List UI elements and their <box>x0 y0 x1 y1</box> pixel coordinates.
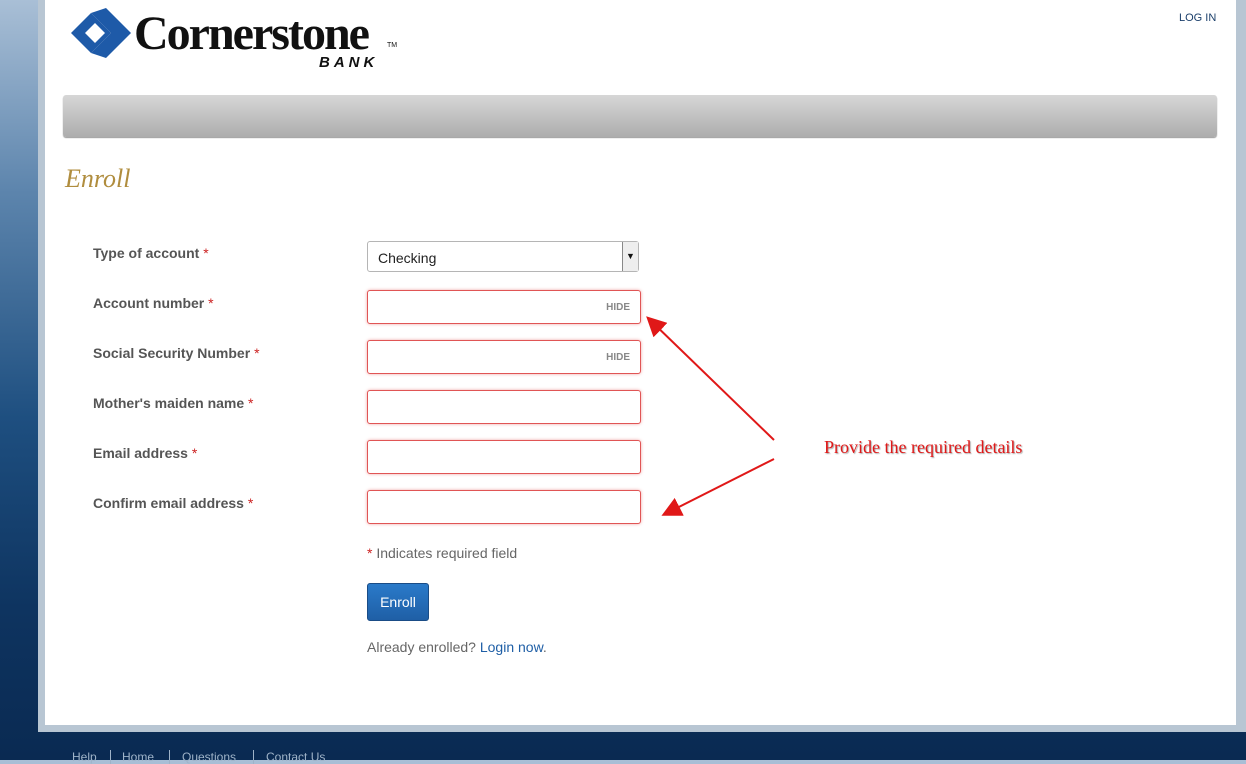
type-of-account-label: Type of account * <box>93 245 209 261</box>
maiden-name-label: Mother's maiden name * <box>93 395 254 411</box>
ssn-label: Social Security Number * <box>93 345 260 361</box>
required-note: * Indicates required field <box>367 545 518 561</box>
page-title: Enroll <box>65 164 131 193</box>
bank-logo[interactable]: Cornerstone TM BANK <box>71 7 401 71</box>
account-number-hide-toggle[interactable]: HIDE <box>606 302 630 313</box>
logo-subtitle: BANK <box>319 54 379 71</box>
arrow-to-confirm-email <box>661 458 775 516</box>
footer-link-help[interactable]: Help <box>72 750 97 764</box>
footer: Help Home Questions Contact Us <box>40 736 1246 764</box>
account-type-select[interactable]: Checking ▼ <box>367 241 639 272</box>
arrow-to-account-number <box>646 316 775 441</box>
annotation-text: Provide the required details <box>824 437 1023 457</box>
enroll-button[interactable]: Enroll <box>367 583 429 621</box>
already-enrolled-text: Already enrolled? Login now. <box>367 639 547 655</box>
confirm-email-input[interactable] <box>367 490 641 524</box>
ssn-hide-toggle[interactable]: HIDE <box>606 352 630 363</box>
footer-separator <box>253 750 254 764</box>
chevron-down-icon[interactable]: ▼ <box>622 242 638 271</box>
page-frame: Cornerstone TM BANK LOG IN Enroll Type o… <box>38 0 1246 732</box>
account-type-value: Checking <box>378 250 437 266</box>
login-now-link[interactable]: Login now <box>480 639 543 655</box>
footer-link-questions[interactable]: Questions <box>182 750 236 764</box>
logo-wordmark: Cornerstone <box>134 7 370 60</box>
footer-separator <box>169 750 170 764</box>
footer-separator <box>110 750 111 764</box>
content-panel: Cornerstone TM BANK LOG IN Enroll Type o… <box>45 0 1236 725</box>
logo-trademark: TM <box>387 42 398 49</box>
confirm-email-label: Confirm email address * <box>93 495 254 511</box>
ssn-input[interactable]: HIDE <box>367 340 641 374</box>
email-label: Email address * <box>93 445 198 461</box>
maiden-name-input[interactable] <box>367 390 641 424</box>
email-input[interactable] <box>367 440 641 474</box>
nav-bar <box>63 95 1217 137</box>
footer-link-home[interactable]: Home <box>122 750 154 764</box>
footer-link-contact[interactable]: Contact Us <box>266 750 325 764</box>
account-number-label: Account number * <box>93 295 214 311</box>
logo-diamond-icon <box>71 8 131 58</box>
login-link[interactable]: LOG IN <box>1179 12 1216 24</box>
account-number-input[interactable]: HIDE <box>367 290 641 324</box>
